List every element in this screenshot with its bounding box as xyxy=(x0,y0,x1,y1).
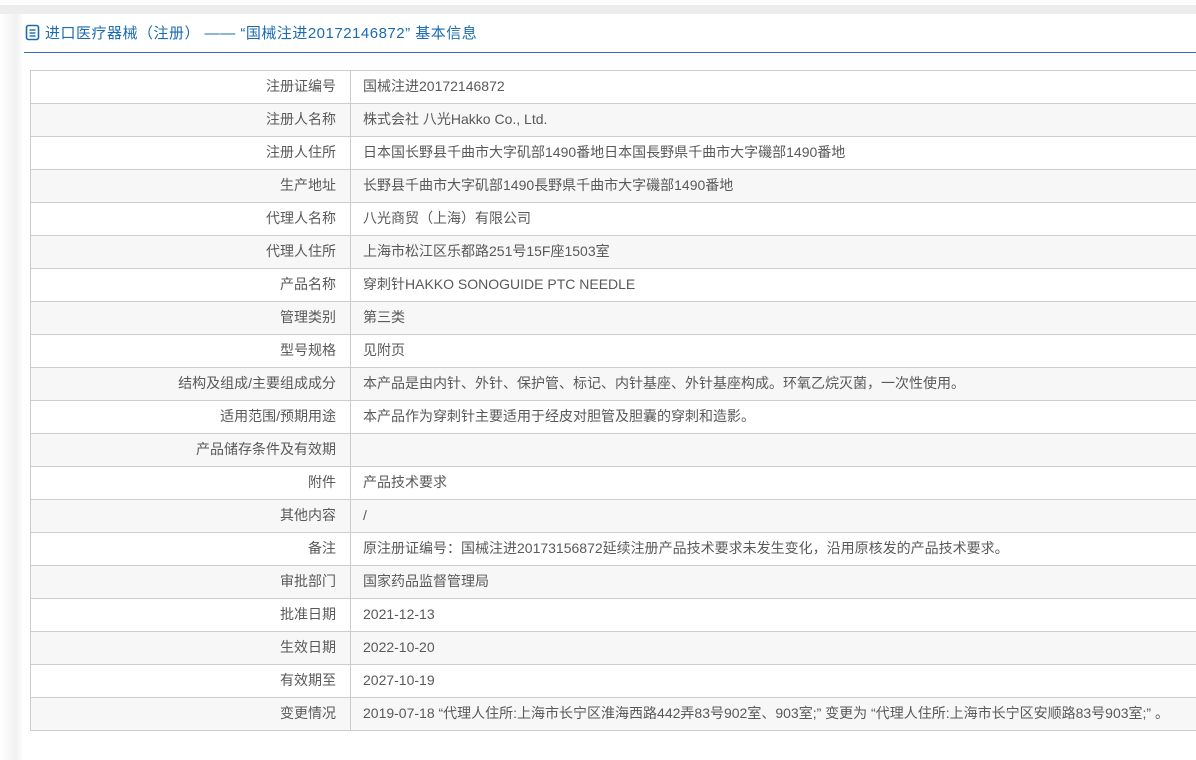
row-label: 注册人住所 xyxy=(30,136,351,170)
table-row: 注册人名称 株式会社 八光Hakko Co., Ltd. xyxy=(30,103,1196,137)
page-title: 进口医疗器械（注册） —— “国械注进20172146872” 基本信息 xyxy=(45,25,478,42)
table-row: 变更情况 2019-07-18 “代理人住所:上海市长宁区淮海西路442弄83号9… xyxy=(30,697,1196,731)
row-label: 附件 xyxy=(30,466,351,500)
table-row: 注册证编号 国械注进20172146872 xyxy=(30,70,1196,104)
row-value: 八光商贸（上海）有限公司 xyxy=(350,202,1196,236)
row-value: 本产品作为穿刺针主要适用于经皮对胆管及胆囊的穿刺和造影。 xyxy=(350,400,1196,434)
row-label: 型号规格 xyxy=(30,334,351,368)
table-row: 审批部门 国家药品监督管理局 xyxy=(30,565,1196,599)
row-value: 2021-12-13 xyxy=(350,598,1196,632)
row-value: 2027-10-19 xyxy=(350,664,1196,698)
row-label: 结构及组成/主要组成成分 xyxy=(30,367,351,401)
row-label: 批准日期 xyxy=(30,598,351,632)
table-row: 有效期至 2027-10-19 xyxy=(30,664,1196,698)
row-value: 见附页 xyxy=(350,334,1196,368)
row-label: 有效期至 xyxy=(30,664,351,698)
row-label: 变更情况 xyxy=(30,697,351,731)
row-value: / xyxy=(350,499,1196,533)
row-value: 2019-07-18 “代理人住所:上海市长宁区淮海西路442弄83号902室、… xyxy=(350,697,1196,731)
row-label: 备注 xyxy=(30,532,351,566)
registration-info-table-body: 注册证编号 国械注进20172146872 注册人名称 株式会社 八光Hakko Co… xyxy=(30,70,1196,731)
page-top-strip xyxy=(0,5,1196,14)
row-value xyxy=(350,433,1196,467)
row-value: 原注册证编号：国械注进20173156872延续注册产品技术要求未发生变化，沿用… xyxy=(350,532,1196,566)
table-row: 生效日期 2022-10-20 xyxy=(30,631,1196,665)
row-value: 产品技术要求 xyxy=(350,466,1196,500)
document-icon xyxy=(25,24,40,41)
row-value: 上海市松江区乐都路251号15F座1503室 xyxy=(350,235,1196,269)
registration-info-table: 注册证编号 国械注进20172146872 注册人名称 株式会社 八光Hakko Co… xyxy=(30,70,1196,731)
row-label: 管理类别 xyxy=(30,301,351,335)
row-label: 产品名称 xyxy=(30,268,351,302)
row-label: 代理人名称 xyxy=(30,202,351,236)
table-row: 批准日期 2021-12-13 xyxy=(30,598,1196,632)
table-row: 结构及组成/主要组成成分 本产品是由内针、外针、保护管、标记、内针基座、外针基座构… xyxy=(30,367,1196,401)
table-row: 管理类别 第三类 xyxy=(30,301,1196,335)
row-label: 生产地址 xyxy=(30,169,351,203)
table-row: 注册人住所 日本国长野县千曲市大字矶部1490番地日本国長野県千曲市大字磯部149… xyxy=(30,136,1196,170)
page-header: 进口医疗器械（注册） —— “国械注进20172146872” 基本信息 xyxy=(24,14,1196,53)
table-row: 产品名称 穿刺针HAKKO SONOGUIDE PTC NEEDLE xyxy=(30,268,1196,302)
table-row: 代理人名称 八光商贸（上海）有限公司 xyxy=(30,202,1196,236)
row-label: 注册证编号 xyxy=(30,70,351,104)
row-value: 2022-10-20 xyxy=(350,631,1196,665)
row-value: 长野县千曲市大字矶部1490長野県千曲市大字磯部1490番地 xyxy=(350,169,1196,203)
table-row: 其他内容 / xyxy=(30,499,1196,533)
row-value: 日本国长野县千曲市大字矶部1490番地日本国長野県千曲市大字磯部1490番地 xyxy=(350,136,1196,170)
row-label: 代理人住所 xyxy=(30,235,351,269)
row-value: 本产品是由内针、外针、保护管、标记、内针基座、外针基座构成。环氧乙烷灭菌，一次性… xyxy=(350,367,1196,401)
table-row: 型号规格 见附页 xyxy=(30,334,1196,368)
table-row: 产品储存条件及有效期 xyxy=(30,433,1196,467)
row-label: 审批部门 xyxy=(30,565,351,599)
row-value: 株式会社 八光Hakko Co., Ltd. xyxy=(350,103,1196,137)
table-row: 附件 产品技术要求 xyxy=(30,466,1196,500)
row-value: 国家药品监督管理局 xyxy=(350,565,1196,599)
table-row: 备注 原注册证编号：国械注进20173156872延续注册产品技术要求未发生变化，… xyxy=(30,532,1196,566)
content-area: 进口医疗器械（注册） —— “国械注进20172146872” 基本信息 注册证… xyxy=(24,14,1196,731)
row-value: 第三类 xyxy=(350,301,1196,335)
row-label: 其他内容 xyxy=(30,499,351,533)
row-value: 穿刺针HAKKO SONOGUIDE PTC NEEDLE xyxy=(350,268,1196,302)
left-margin-strip xyxy=(0,14,22,760)
row-label: 产品储存条件及有效期 xyxy=(30,433,351,467)
table-row: 生产地址 长野县千曲市大字矶部1490長野県千曲市大字磯部1490番地 xyxy=(30,169,1196,203)
row-value: 国械注进20172146872 xyxy=(350,70,1196,104)
row-label: 注册人名称 xyxy=(30,103,351,137)
table-row: 适用范围/预期用途 本产品作为穿刺针主要适用于经皮对胆管及胆囊的穿刺和造影。 xyxy=(30,400,1196,434)
table-row: 代理人住所 上海市松江区乐都路251号15F座1503室 xyxy=(30,235,1196,269)
row-label: 适用范围/预期用途 xyxy=(30,400,351,434)
row-label: 生效日期 xyxy=(30,631,351,665)
